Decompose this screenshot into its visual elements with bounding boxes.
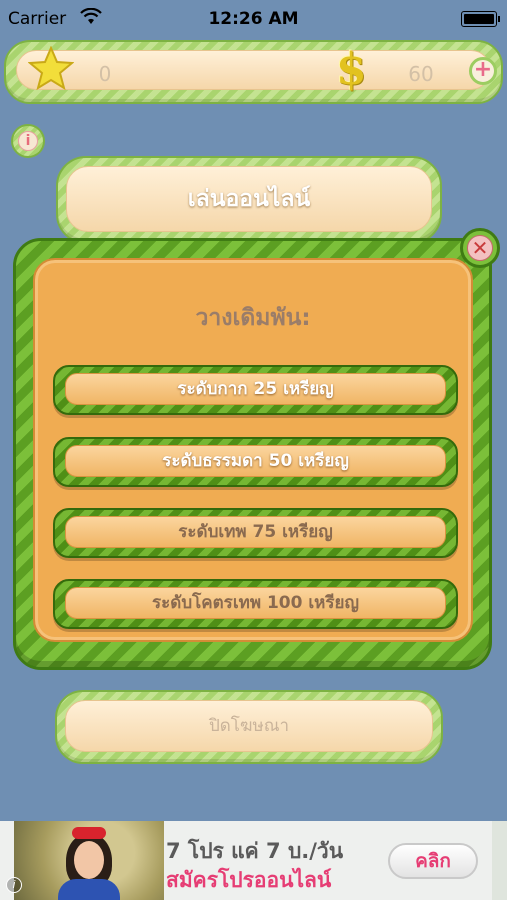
info-button[interactable]: i [11, 124, 45, 158]
ad-click-button[interactable]: คลิก [388, 843, 478, 879]
money-count: 60 [408, 62, 434, 86]
bet-option-75-button[interactable]: ระดับเทพ 75 เหรียญ [53, 508, 458, 558]
close-icon: ✕ [467, 235, 493, 261]
close-dialog-button[interactable]: ✕ [460, 228, 500, 268]
clock: 12:26 AM [208, 9, 299, 29]
status-bar: Carrier 12:26 AM [0, 0, 507, 38]
dialog-title: วางเดิมพัน: [195, 305, 311, 331]
ad-subheadline: สมัครโปรออนไลน์ [166, 868, 332, 892]
bet-option-25-button[interactable]: ระดับกาก 25 เหรียญ [53, 365, 458, 415]
ad-model-dress [58, 879, 120, 900]
add-money-button[interactable]: + [469, 57, 497, 85]
ad-edge [492, 821, 507, 900]
ad-model-face [74, 841, 104, 879]
ad-photo [14, 821, 164, 900]
star-icon [28, 46, 74, 91]
info-icon: i [18, 131, 38, 151]
bet-option-100-button[interactable]: ระดับโคตรเทพ 100 เหรียญ [53, 579, 458, 629]
ad-info-icon[interactable]: i [6, 877, 22, 893]
play-online-button[interactable]: เล่นออนไลน์ [56, 156, 442, 244]
battery-icon [461, 11, 500, 27]
close-ad-button[interactable]: ปิดโฆษณา [55, 690, 443, 764]
stars-count: 0 [98, 62, 112, 86]
ad-model-bow [72, 827, 106, 839]
bet-option-50-button[interactable]: ระดับธรรมดา 50 เหรียญ [53, 437, 458, 487]
dollar-icon: $ [336, 44, 367, 95]
